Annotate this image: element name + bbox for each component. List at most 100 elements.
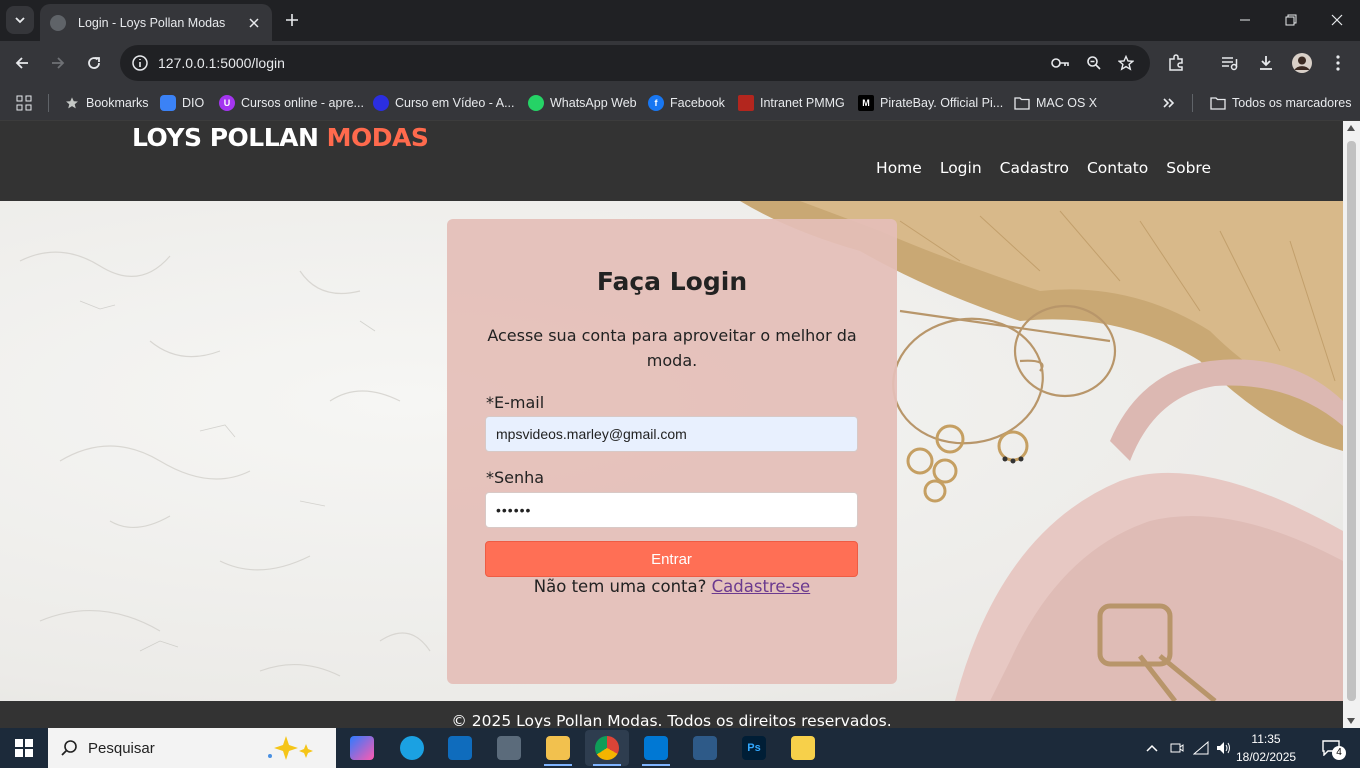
bookmark-item[interactable]: M PirateBay. Official Pi...	[858, 92, 1003, 114]
taskbar-photoshop[interactable]: Ps	[732, 730, 776, 766]
bookmark-label: Intranet PMMG	[760, 96, 845, 110]
restore-button[interactable]	[1268, 0, 1314, 40]
start-button[interactable]	[0, 728, 48, 768]
minimize-icon	[1240, 19, 1250, 21]
bookmark-label: Todos os marcadores	[1232, 96, 1352, 110]
bookmark-star-icon[interactable]	[1116, 53, 1136, 73]
search-icon	[61, 740, 77, 756]
taskbar-calculator[interactable]	[487, 730, 531, 766]
browser-menu-button[interactable]	[1324, 49, 1352, 77]
folder-icon	[1210, 95, 1226, 111]
bookmark-label: WhatsApp Web	[550, 96, 637, 110]
extensions-button[interactable]	[1162, 49, 1190, 77]
back-button[interactable]	[8, 49, 36, 77]
tab-close-button[interactable]	[246, 15, 262, 31]
folder-icon	[1014, 95, 1030, 111]
scroll-down-icon[interactable]	[1347, 718, 1355, 724]
signup-prompt: Não tem uma conta? Cadastre-se	[447, 577, 897, 596]
page-scrollbar[interactable]	[1343, 121, 1360, 728]
tray-network-button[interactable]	[1190, 728, 1212, 768]
tray-volume-button[interactable]	[1213, 728, 1235, 768]
scrollbar-thumb[interactable]	[1347, 141, 1356, 701]
close-icon	[1331, 14, 1343, 26]
nav-sobre[interactable]: Sobre	[1166, 159, 1211, 177]
playlist-icon	[1222, 57, 1238, 71]
login-submit-button[interactable]: Entrar	[485, 541, 858, 577]
email-field[interactable]	[485, 416, 858, 452]
notification-badge: 4	[1332, 746, 1346, 760]
forward-button[interactable]	[44, 49, 72, 77]
folder-icon	[546, 736, 570, 760]
tab-search-button[interactable]	[6, 6, 34, 34]
taskbar-search[interactable]: Pesquisar	[48, 728, 336, 768]
windows-taskbar: Pesquisar Ps 11:35 18/02/2025 4	[0, 728, 1360, 768]
reload-button[interactable]	[80, 49, 108, 77]
chevron-down-icon	[15, 17, 25, 24]
scroll-up-icon[interactable]	[1347, 125, 1355, 131]
login-card: Faça Login Acesse sua conta para aprovei…	[447, 219, 897, 684]
logo-accent-text: MODAS	[326, 123, 429, 152]
downloads-button[interactable]	[1252, 49, 1280, 77]
nav-contato[interactable]: Contato	[1087, 159, 1148, 177]
tray-meet-button[interactable]	[1166, 728, 1188, 768]
taskbar-copilot[interactable]	[340, 730, 384, 766]
bookmark-item[interactable]: Bookmarks	[64, 92, 149, 114]
close-window-button[interactable]	[1314, 0, 1360, 40]
taskbar-store[interactable]	[438, 730, 482, 766]
address-bar[interactable]: 127.0.0.1:5000/login	[120, 45, 1150, 81]
logo-main-text: LOYS POLLAN	[132, 123, 319, 152]
nav-login[interactable]: Login	[940, 159, 982, 177]
notification-center-button[interactable]: 4	[1316, 728, 1346, 768]
avatar	[1292, 53, 1312, 73]
tab-title: Login - Loys Pollan Modas	[78, 15, 226, 30]
bookmark-item[interactable]: U Cursos online - apre...	[219, 92, 364, 114]
chevron-up-icon	[1146, 744, 1158, 752]
taskbar-vscode[interactable]	[634, 730, 678, 766]
media-control-button[interactable]	[1216, 49, 1244, 77]
password-field[interactable]	[485, 492, 858, 528]
new-tab-button[interactable]	[280, 8, 304, 32]
vscode-icon	[644, 736, 668, 760]
all-bookmarks-folder[interactable]: Todos os marcadores	[1210, 92, 1352, 114]
restore-icon	[1285, 14, 1297, 26]
email-label: *E-mail	[486, 393, 545, 412]
nav-home[interactable]: Home	[876, 159, 922, 177]
password-label: *Senha	[486, 468, 545, 487]
taskbar-clock[interactable]: 11:35 18/02/2025	[1236, 730, 1296, 766]
profile-button[interactable]	[1288, 49, 1316, 77]
taskbar-mysql-workbench[interactable]	[683, 730, 727, 766]
arrow-left-icon	[15, 57, 28, 69]
bookmarks-bar: Bookmarks DIO U Cursos online - apre... …	[0, 85, 1360, 121]
store-icon	[448, 736, 472, 760]
bookmark-item[interactable]: DIO	[160, 92, 204, 114]
bookmark-item[interactable]: Curso em Vídeo - A...	[373, 92, 515, 114]
more-bookmarks-button[interactable]	[1162, 92, 1176, 114]
more-vert-icon	[1336, 55, 1340, 71]
bookmark-label: Cursos online - apre...	[241, 96, 364, 110]
site-logo[interactable]: LOYS POLLAN MODAS	[132, 123, 429, 152]
taskbar-chrome[interactable]	[585, 730, 629, 766]
facebook-icon: f	[648, 95, 664, 111]
login-subtitle: Acesse sua conta para aproveitar o melho…	[487, 326, 857, 370]
nav-cadastro[interactable]: Cadastro	[1000, 159, 1069, 177]
taskbar-edge[interactable]	[390, 730, 434, 766]
taskbar-explorer-2[interactable]	[781, 730, 825, 766]
minimize-button[interactable]	[1222, 0, 1268, 40]
bookmark-item[interactable]: Intranet PMMG	[738, 92, 845, 114]
apps-button[interactable]	[16, 92, 32, 114]
bookmark-item[interactable]: f Facebook	[648, 92, 725, 114]
site-info-icon[interactable]	[130, 53, 150, 73]
plus-icon	[286, 14, 298, 26]
browser-tab[interactable]: Login - Loys Pollan Modas	[40, 4, 272, 41]
page-viewport: LOYS POLLAN MODAS Home Login Cadastro Co…	[0, 121, 1343, 728]
signup-link[interactable]: Cadastre-se	[712, 577, 811, 596]
bookmark-label: PirateBay. Official Pi...	[880, 96, 1004, 110]
clock-time: 11:35	[1251, 732, 1281, 746]
taskbar-file-explorer[interactable]	[536, 730, 580, 766]
password-key-icon[interactable]	[1050, 53, 1070, 73]
tray-overflow-button[interactable]	[1142, 728, 1162, 768]
bookmark-item[interactable]: WhatsApp Web	[528, 92, 637, 114]
bookmark-folder[interactable]: MAC OS X	[1014, 92, 1097, 114]
zoom-icon[interactable]	[1084, 53, 1104, 73]
pmmg-icon	[738, 95, 754, 111]
